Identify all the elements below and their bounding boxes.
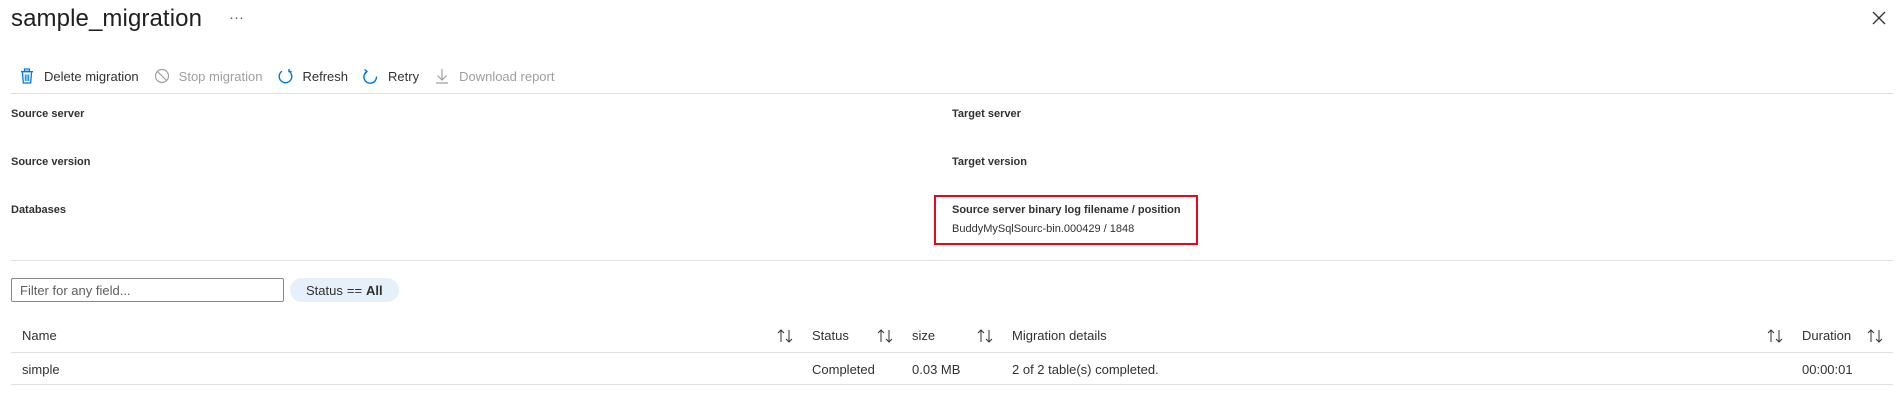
cell-duration: 00:00:01	[1802, 362, 1853, 377]
retry-button[interactable]: Retry	[362, 67, 419, 85]
download-report-button[interactable]: Download report	[433, 67, 554, 85]
close-icon[interactable]	[1871, 10, 1887, 26]
sort-icon[interactable]	[776, 328, 794, 344]
column-header-size[interactable]: size	[912, 328, 935, 343]
sort-icon[interactable]	[876, 328, 894, 344]
more-icon[interactable]: ···	[229, 9, 244, 26]
download-icon	[433, 67, 451, 85]
databases-label: Databases	[11, 204, 67, 216]
refresh-label: Refresh	[302, 68, 349, 84]
column-header-name[interactable]: Name	[22, 328, 57, 343]
column-header-duration[interactable]: Duration	[1802, 328, 1851, 343]
status-filter-key: Status	[306, 282, 343, 298]
title-row: sample_migration ···	[11, 2, 244, 36]
sort-icon[interactable]	[976, 328, 994, 344]
command-bar: Delete migration Stop migration Refresh …	[18, 64, 568, 88]
properties-divider	[11, 260, 1893, 261]
source-version-label: Source version	[11, 156, 91, 168]
status-filter-operator: ==	[346, 282, 363, 298]
table-header-divider	[11, 352, 1893, 353]
sort-icon[interactable]	[1766, 328, 1784, 344]
binlog-highlight-box	[934, 195, 1198, 245]
stop-migration-button[interactable]: Stop migration	[153, 67, 263, 85]
refresh-icon	[276, 67, 294, 85]
retry-label: Retry	[388, 68, 420, 84]
target-server-label: Target server	[952, 108, 1021, 120]
refresh-button[interactable]: Refresh	[276, 67, 348, 85]
target-version-label: Target version	[952, 156, 1027, 168]
column-header-status[interactable]: Status	[812, 328, 849, 343]
stop-icon	[153, 67, 171, 85]
download-report-label: Download report	[459, 68, 555, 84]
stop-migration-label: Stop migration	[178, 68, 263, 84]
source-server-label: Source server	[11, 108, 85, 120]
status-filter-pill[interactable]: Status == All	[290, 278, 399, 302]
delete-migration-button[interactable]: Delete migration	[18, 67, 139, 85]
cell-status: Completed	[812, 362, 875, 377]
page-title: sample_migration	[11, 5, 203, 32]
toolbar-divider	[11, 93, 1893, 94]
cell-name: simple	[22, 362, 60, 377]
retry-icon	[362, 67, 380, 85]
cell-migration-details: 2 of 2 table(s) completed.	[1012, 362, 1159, 377]
delete-migration-label: Delete migration	[44, 68, 139, 84]
table-row-divider	[11, 384, 1893, 385]
trash-icon	[18, 67, 36, 85]
sort-icon[interactable]	[1866, 328, 1884, 344]
status-filter-value: All	[366, 282, 383, 298]
column-header-migration-details[interactable]: Migration details	[1012, 328, 1107, 343]
cell-size: 0.03 MB	[912, 362, 961, 377]
filter-input[interactable]	[11, 278, 284, 302]
